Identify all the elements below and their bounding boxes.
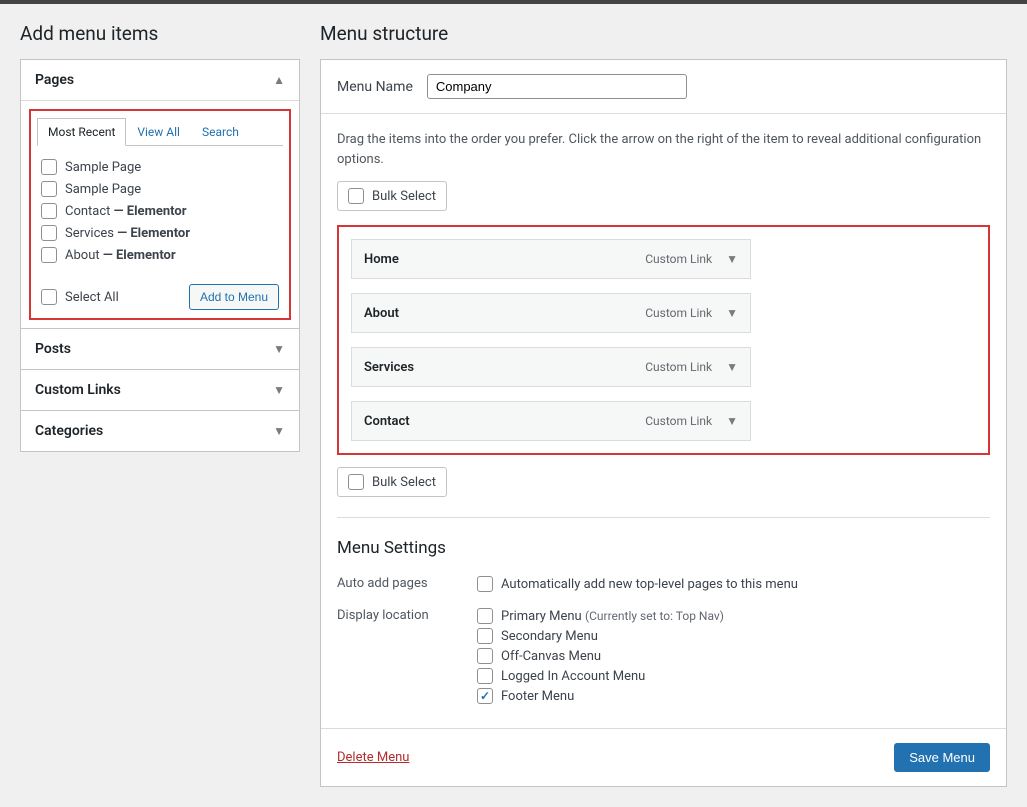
- auto-add-pages-option[interactable]: Automatically add new top-level pages to…: [477, 574, 798, 594]
- page-item: Sample Page: [41, 178, 279, 200]
- page-checkbox[interactable]: [41, 181, 57, 197]
- display-location-label: Display location: [337, 606, 477, 623]
- menu-item-title: Home: [352, 240, 633, 278]
- page-checkbox[interactable]: [41, 247, 57, 263]
- save-menu-button[interactable]: Save Menu: [894, 743, 990, 772]
- location-option[interactable]: Secondary Menu: [477, 626, 724, 646]
- page-checkbox[interactable]: [41, 225, 57, 241]
- bulk-select-bottom[interactable]: Bulk Select: [337, 467, 447, 497]
- select-all-label: Select All: [65, 290, 119, 305]
- location-checkbox[interactable]: [477, 648, 493, 664]
- menu-item-type: Custom Link: [645, 360, 712, 374]
- location-option[interactable]: Off-Canvas Menu: [477, 646, 724, 666]
- menu-item-type: Custom Link: [645, 252, 712, 266]
- menu-item-type: Custom Link: [645, 414, 712, 428]
- page-checkbox[interactable]: [41, 159, 57, 175]
- pages-metabox-title: Pages: [35, 72, 74, 88]
- pages-tabs: Most Recent View All Search: [37, 117, 283, 146]
- bulk-select-label: Bulk Select: [372, 189, 436, 204]
- menu-item-title: Contact: [352, 402, 633, 440]
- add-menu-items-heading: Add menu items: [20, 22, 300, 45]
- location-checkbox[interactable]: [477, 608, 493, 624]
- caret-down-icon: ▼: [273, 342, 285, 356]
- menu-item-expand-icon[interactable]: ▼: [726, 414, 738, 428]
- location-option[interactable]: Footer Menu: [477, 686, 724, 706]
- page-item: About — Elementor: [41, 244, 279, 266]
- page-item: Contact — Elementor: [41, 200, 279, 222]
- menu-item[interactable]: About Custom Link ▼: [351, 293, 751, 333]
- auto-add-pages-checkbox[interactable]: [477, 576, 493, 592]
- menu-item-expand-icon[interactable]: ▼: [726, 360, 738, 374]
- posts-metabox-toggle[interactable]: Posts ▼: [21, 329, 299, 369]
- bulk-select-label: Bulk Select: [372, 475, 436, 490]
- pages-checklist: Sample Page Sample Page Contact — Elemen…: [37, 146, 283, 276]
- bulk-select-checkbox[interactable]: [348, 188, 364, 204]
- menu-structure-heading: Menu structure: [320, 22, 1007, 45]
- bulk-select-top[interactable]: Bulk Select: [337, 181, 447, 211]
- menu-structure-panel: Menu Name Drag the items into the order …: [320, 59, 1007, 787]
- page-item: Services — Elementor: [41, 222, 279, 244]
- add-to-menu-button[interactable]: Add to Menu: [189, 284, 279, 310]
- caret-down-icon: ▼: [273, 424, 285, 438]
- bulk-select-checkbox[interactable]: [348, 474, 364, 490]
- select-all-checkbox[interactable]: [41, 289, 57, 305]
- location-checkbox[interactable]: [477, 668, 493, 684]
- divider: [337, 517, 990, 518]
- categories-metabox-title: Categories: [35, 423, 103, 439]
- menu-name-label: Menu Name: [337, 79, 413, 95]
- menu-instructions: Drag the items into the order you prefer…: [337, 130, 990, 169]
- delete-menu-link[interactable]: Delete Menu: [337, 750, 409, 765]
- menu-item[interactable]: Home Custom Link ▼: [351, 239, 751, 279]
- custom-links-metabox-title: Custom Links: [35, 382, 121, 398]
- menu-item[interactable]: Services Custom Link ▼: [351, 347, 751, 387]
- posts-metabox-title: Posts: [35, 341, 71, 357]
- menu-name-input[interactable]: [427, 74, 687, 99]
- auto-add-pages-text: Automatically add new top-level pages to…: [501, 577, 798, 592]
- tab-search[interactable]: Search: [191, 118, 250, 146]
- pages-metabox: Pages ▲ Most Recent View All Search: [20, 59, 300, 329]
- page-checkbox[interactable]: [41, 203, 57, 219]
- pages-metabox-toggle[interactable]: Pages ▲: [21, 60, 299, 101]
- location-option[interactable]: Primary Menu (Currently set to: Top Nav): [477, 606, 724, 626]
- tab-view-all[interactable]: View All: [126, 118, 191, 146]
- categories-metabox-toggle[interactable]: Categories ▼: [21, 411, 299, 451]
- menu-item-title: Services: [352, 348, 633, 386]
- page-item: Sample Page: [41, 156, 279, 178]
- custom-links-metabox-toggle[interactable]: Custom Links ▼: [21, 370, 299, 410]
- pages-content-highlight: Most Recent View All Search Sample Page: [29, 109, 291, 320]
- menu-item[interactable]: Contact Custom Link ▼: [351, 401, 751, 441]
- menu-item-type: Custom Link: [645, 306, 712, 320]
- location-checkbox[interactable]: [477, 628, 493, 644]
- menu-item-expand-icon[interactable]: ▼: [726, 306, 738, 320]
- location-option[interactable]: Logged In Account Menu: [477, 666, 724, 686]
- select-all-row[interactable]: Select All: [41, 286, 119, 308]
- menu-items-highlight: Home Custom Link ▼ About: [337, 225, 990, 455]
- menu-item-expand-icon[interactable]: ▼: [726, 252, 738, 266]
- auto-add-pages-label: Auto add pages: [337, 574, 477, 591]
- menu-settings-heading: Menu Settings: [337, 538, 990, 558]
- caret-up-icon: ▲: [273, 73, 285, 87]
- tab-most-recent[interactable]: Most Recent: [37, 118, 126, 146]
- menu-item-title: About: [352, 294, 633, 332]
- caret-down-icon: ▼: [273, 383, 285, 397]
- location-checkbox[interactable]: [477, 688, 493, 704]
